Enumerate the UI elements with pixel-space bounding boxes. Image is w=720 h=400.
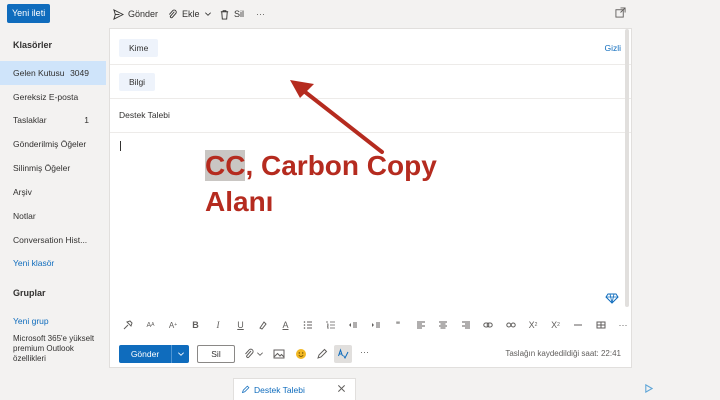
subscript-icon[interactable]: X2 — [551, 319, 561, 331]
close-icon[interactable] — [337, 384, 346, 393]
body-caret — [120, 141, 121, 151]
underline-icon[interactable]: U — [236, 319, 246, 331]
format-painter-icon[interactable] — [123, 319, 133, 331]
sidebar-item-label: Silinmiş Öğeler — [13, 163, 71, 173]
numbering-icon[interactable] — [326, 319, 336, 331]
table-icon[interactable] — [596, 319, 606, 331]
paperclip-icon — [168, 9, 177, 18]
indent-icon[interactable] — [371, 319, 381, 331]
send-command[interactable]: Gönder — [113, 7, 158, 21]
trash-icon — [220, 9, 229, 20]
attach-command-label: Ekle — [182, 9, 200, 19]
italic-icon[interactable]: I — [213, 319, 223, 331]
strikethrough-icon[interactable] — [573, 319, 583, 331]
sidebar-item-archive[interactable]: Arşiv — [0, 180, 106, 204]
folder-pane: Klasörler Gelen Kutusu 3049 Gereksiz E-p… — [0, 28, 106, 400]
tab-draft[interactable]: Destek Talebi — [233, 378, 356, 400]
attach-command[interactable]: Ekle — [167, 7, 212, 21]
bullets-icon[interactable] — [303, 319, 313, 331]
delete-command[interactable]: Sil — [219, 7, 244, 21]
more-actions[interactable]: ··· — [360, 347, 369, 357]
chevron-down-icon — [204, 12, 211, 16]
diamond-icon[interactable] — [605, 291, 619, 305]
unlink-icon[interactable] — [505, 319, 516, 331]
discard-button[interactable]: Sil — [197, 345, 235, 363]
more-format-options[interactable]: ··· — [618, 319, 628, 331]
sidebar-item-label: Notlar — [13, 211, 36, 221]
sidebar-item-label: Gelen Kutusu — [13, 68, 65, 78]
align-center-icon[interactable] — [438, 319, 448, 331]
annotation-text: CC, Carbon Copy Alanı — [205, 148, 437, 220]
bold-icon[interactable]: B — [191, 319, 201, 331]
highlight-icon[interactable] — [258, 319, 268, 331]
new-folder-link[interactable]: Yeni klasör — [13, 258, 54, 268]
sidebar-item-sent[interactable]: Gönderilmiş Öğeler — [0, 132, 106, 156]
new-group-link[interactable]: Yeni grup — [13, 316, 49, 326]
sidebar-item-label: Arşiv — [13, 187, 32, 197]
editor-button[interactable] — [334, 345, 352, 363]
emoji-icon[interactable] — [295, 348, 307, 360]
font-grow-icon[interactable]: A + — [168, 319, 178, 331]
folders-heading: Klasörler — [13, 40, 53, 50]
link-icon[interactable] — [483, 319, 493, 331]
delete-command-label: Sil — [234, 9, 245, 19]
upgrade-promo[interactable]: Microsoft 365'e yükselt premium Outlook … — [13, 334, 103, 364]
send-button-label: Gönder — [130, 349, 160, 359]
superscript-icon[interactable]: X2 — [528, 319, 538, 331]
to-row: Kime Gizli — [110, 31, 631, 65]
annotation-arrow — [290, 80, 384, 154]
send-command-label: Gönder — [128, 9, 159, 19]
annotation-highlight: CC — [205, 150, 246, 181]
new-message-button[interactable]: Yeni ileti — [7, 4, 51, 23]
sidebar-item-label: Conversation Hist... — [13, 235, 88, 245]
sidebar-item-label: Gönderilmiş Öğeler — [13, 139, 87, 149]
annotation-line-2: Alanı — [205, 186, 274, 217]
chevron-down-icon[interactable] — [256, 348, 264, 360]
drafts-count: 1 — [84, 115, 89, 125]
send-button[interactable]: Gönder — [119, 345, 189, 363]
draft-saved-status: Taslağın kaydedildiği saat: 22:41 — [505, 349, 621, 358]
bottom-tab-strip: Destek Talebi — [0, 378, 720, 400]
align-left-icon[interactable] — [416, 319, 426, 331]
unread-count: 3049 — [70, 68, 89, 78]
sidebar-item-label: Taslaklar — [13, 115, 47, 125]
editor-icon — [338, 348, 349, 360]
signature-pen-icon[interactable] — [316, 348, 328, 360]
pencil-icon — [241, 385, 250, 394]
groups-heading: Gruplar — [13, 288, 46, 298]
to-button[interactable]: Kime — [119, 39, 159, 57]
format-toolbar: AA A + B I U A " X2 X2 ··· — [110, 315, 631, 335]
body-scrollbar[interactable] — [625, 29, 629, 307]
paperclip-icon[interactable] — [243, 348, 255, 360]
command-bar: Yeni ileti Gönder Ekle Sil ··· — [0, 0, 720, 28]
ad-choices-icon[interactable] — [644, 384, 653, 393]
font-size-icon[interactable]: AA — [146, 319, 156, 331]
tab-label: Destek Talebi — [254, 384, 305, 395]
align-right-icon[interactable] — [461, 319, 471, 331]
send-options-dropdown[interactable] — [171, 345, 189, 363]
popout-icon[interactable] — [615, 7, 626, 18]
annotation-line-1: CC, Carbon Copy — [205, 148, 437, 184]
bcc-link[interactable]: Gizli — [604, 43, 621, 53]
compose-action-bar: Gönder Sil ··· Taslağın kaydedildiği saa… — [110, 341, 631, 367]
image-icon[interactable] — [273, 348, 285, 360]
annotation-line-1-rest: , Carbon Copy — [245, 150, 437, 181]
send-icon — [113, 8, 124, 20]
sidebar-item-conversation-history[interactable]: Conversation Hist... — [0, 228, 106, 252]
chevron-down-icon — [177, 352, 184, 356]
quote-icon[interactable]: " — [393, 319, 403, 331]
outdent-icon[interactable] — [348, 319, 358, 331]
sidebar-item-drafts[interactable]: Taslaklar 1 — [0, 108, 106, 132]
more-commands[interactable]: ··· — [256, 7, 265, 21]
sidebar-item-deleted[interactable]: Silinmiş Öğeler — [0, 156, 106, 180]
font-color-icon[interactable]: A — [281, 319, 291, 331]
sidebar-item-junk[interactable]: Gereksiz E-posta — [0, 85, 106, 109]
subject-field[interactable]: Destek Talebi — [119, 110, 170, 120]
sidebar-item-inbox[interactable]: Gelen Kutusu 3049 — [0, 61, 106, 85]
sidebar-item-notes[interactable]: Notlar — [0, 204, 106, 228]
cc-button[interactable]: Bilgi — [119, 73, 156, 91]
sidebar-item-label: Gereksiz E-posta — [13, 92, 79, 102]
